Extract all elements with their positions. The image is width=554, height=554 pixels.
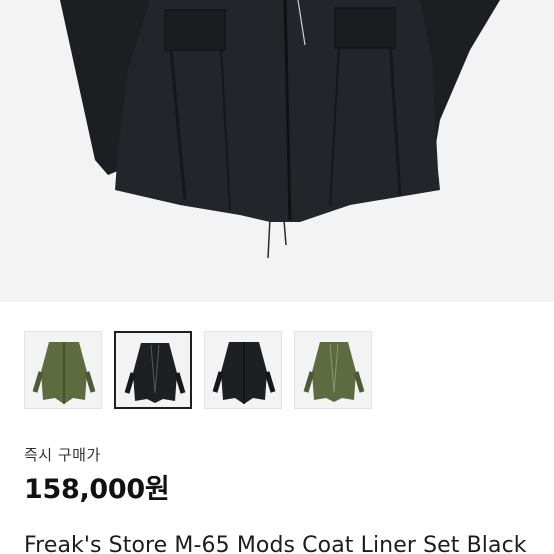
black-parka-photo	[60, 0, 500, 259]
black-coat-icon	[212, 342, 276, 404]
product-title: Freak's Store M-65 Mods Coat Liner Set B…	[24, 533, 527, 554]
thumbnail-2[interactable]	[204, 331, 282, 409]
instant-buy-price-label: 즉시 구매가	[24, 446, 101, 464]
olive-coat-open-icon	[303, 342, 365, 402]
olive-coat-icon	[32, 342, 96, 404]
thumbnail-3[interactable]	[294, 331, 372, 409]
thumbnail-gallery	[24, 331, 544, 409]
main-product-image[interactable]	[0, 0, 554, 302]
thumbnail-0[interactable]	[24, 331, 102, 409]
price: 158,000원	[24, 474, 170, 505]
thumbnail-1[interactable]	[114, 331, 192, 409]
black-coat-open-icon	[124, 343, 186, 403]
product-page: 즉시 구매가 158,000원 Freak's Store M-65 Mods …	[0, 0, 554, 554]
